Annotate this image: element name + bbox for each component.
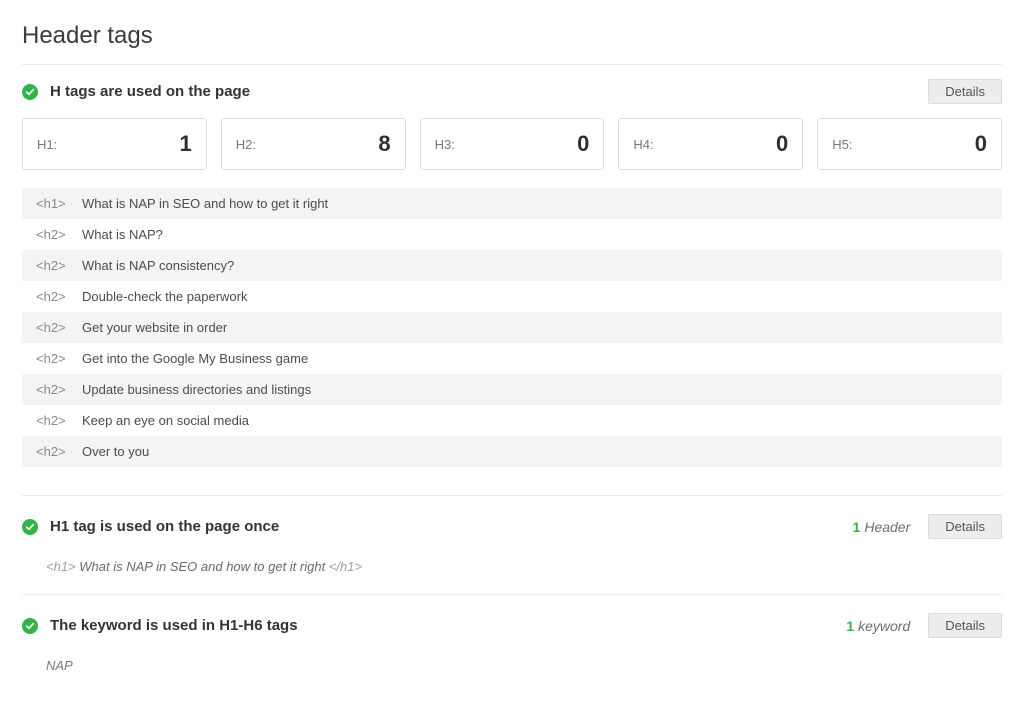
- list-item: <h2> Over to you: [22, 436, 1002, 467]
- section-keyword-in-headings: The keyword is used in H1-H6 tags 1keywo…: [22, 594, 1002, 673]
- section-h1-once: H1 tag is used on the page once 1Header …: [22, 495, 1002, 588]
- heading-text: Over to you: [82, 444, 149, 459]
- check-circle-icon: [22, 84, 38, 100]
- tag-label: <h2>: [36, 351, 82, 366]
- list-item: <h2> Update business directories and lis…: [22, 374, 1002, 405]
- code-content: What is NAP in SEO and how to get it rig…: [79, 559, 325, 574]
- tag-label: <h1>: [36, 196, 82, 211]
- section-htags-used: H tags are used on the page Details: [22, 79, 1002, 104]
- heading-text: Update business directories and listings: [82, 382, 311, 397]
- heading-list: <h1> What is NAP in SEO and how to get i…: [22, 188, 1002, 467]
- tag-label: <h2>: [36, 320, 82, 335]
- details-button[interactable]: Details: [928, 79, 1002, 104]
- metric-header-count: 1Header: [853, 519, 911, 535]
- count-box-h3: H3: 0: [420, 118, 605, 170]
- heading-text: Get into the Google My Business game: [82, 351, 308, 366]
- count-box-h5: H5: 0: [817, 118, 1002, 170]
- tag-label: <h2>: [36, 289, 82, 304]
- heading-text: Get your website in order: [82, 320, 227, 335]
- section-title: H1 tag is used on the page once: [50, 518, 279, 535]
- tag-label: <h2>: [36, 382, 82, 397]
- list-item: <h2> Keep an eye on social media: [22, 405, 1002, 436]
- list-item: <h2> Get into the Google My Business gam…: [22, 343, 1002, 374]
- section-head: The keyword is used in H1-H6 tags 1keywo…: [22, 613, 1002, 638]
- metric-keyword-count: 1keyword: [846, 618, 910, 634]
- count-label: H5:: [832, 137, 852, 152]
- heading-text: What is NAP?: [82, 227, 163, 242]
- section-title: H tags are used on the page: [50, 83, 250, 100]
- metric-count: 1: [853, 519, 861, 535]
- heading-counts-row: H1: 1 H2: 8 H3: 0 H4: 0 H5: 0: [22, 118, 1002, 170]
- h1-code-preview: <h1> What is NAP in SEO and how to get i…: [22, 553, 1002, 588]
- list-item: <h1> What is NAP in SEO and how to get i…: [22, 188, 1002, 219]
- count-label: H1:: [37, 137, 57, 152]
- heading-text: Keep an eye on social media: [82, 413, 249, 428]
- list-item: <h2> What is NAP?: [22, 219, 1002, 250]
- count-box-h4: H4: 0: [618, 118, 803, 170]
- page-title: Header tags: [22, 22, 1002, 50]
- metric-label: keyword: [858, 618, 910, 634]
- section-title: The keyword is used in H1-H6 tags: [50, 617, 298, 634]
- check-circle-icon: [22, 519, 38, 535]
- tag-label: <h2>: [36, 413, 82, 428]
- count-value: 0: [776, 131, 788, 157]
- count-value: 0: [577, 131, 589, 157]
- count-label: H3:: [435, 137, 455, 152]
- details-button[interactable]: Details: [928, 514, 1002, 539]
- list-item: <h2> Double-check the paperwork: [22, 281, 1002, 312]
- tag-label: <h2>: [36, 258, 82, 273]
- heading-text: What is NAP in SEO and how to get it rig…: [82, 196, 328, 211]
- metric-label: Header: [864, 519, 910, 535]
- tag-label: <h2>: [36, 227, 82, 242]
- keyword-value: NAP: [22, 652, 1002, 673]
- count-label: H2:: [236, 137, 256, 152]
- section-head: H1 tag is used on the page once 1Header …: [22, 514, 1002, 539]
- count-value: 0: [975, 131, 987, 157]
- code-close-tag: </h1>: [329, 559, 362, 574]
- count-label: H4:: [633, 137, 653, 152]
- list-item: <h2> What is NAP consistency?: [22, 250, 1002, 281]
- divider: [22, 64, 1002, 65]
- count-box-h2: H2: 8: [221, 118, 406, 170]
- heading-text: What is NAP consistency?: [82, 258, 234, 273]
- details-button[interactable]: Details: [928, 613, 1002, 638]
- metric-count: 1: [846, 618, 854, 634]
- count-box-h1: H1: 1: [22, 118, 207, 170]
- heading-text: Double-check the paperwork: [82, 289, 247, 304]
- check-circle-icon: [22, 618, 38, 634]
- code-open-tag: <h1>: [46, 559, 76, 574]
- count-value: 1: [180, 131, 192, 157]
- count-value: 8: [378, 131, 390, 157]
- list-item: <h2> Get your website in order: [22, 312, 1002, 343]
- tag-label: <h2>: [36, 444, 82, 459]
